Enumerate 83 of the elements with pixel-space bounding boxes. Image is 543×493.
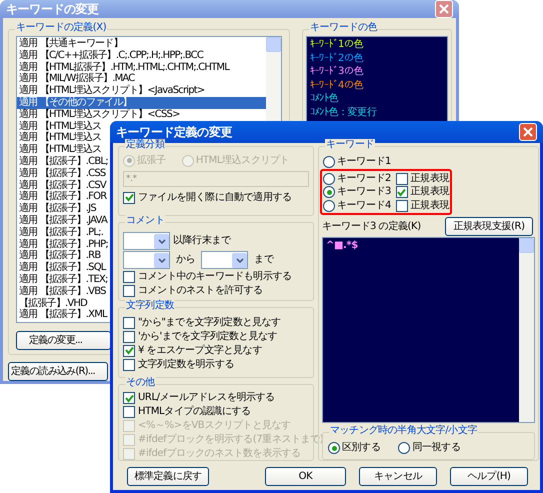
color-sample: ｷｰﾜｰﾄﾞ3の色 — [310, 65, 364, 78]
button[interactable]: 正規表現支援(R) — [445, 217, 533, 236]
radio-button[interactable] — [323, 156, 335, 168]
color-sample: ｷｰﾜｰﾄﾞ2の色 — [310, 52, 364, 65]
checkbox-label: 'から'までを文字列定数と見なす — [138, 330, 278, 342]
checkbox[interactable] — [123, 284, 135, 296]
close-icon — [439, 4, 449, 14]
radio-button[interactable] — [328, 442, 340, 454]
color-sample: ｷｰﾜｰﾄﾞ4の色 — [310, 78, 364, 92]
checkbox[interactable] — [123, 192, 135, 204]
checkbox-label: 正規表現 — [410, 186, 449, 198]
checkbox-label: コメントのネストを許可する — [138, 284, 263, 296]
checkbox[interactable] — [123, 358, 135, 370]
color-sample: ｺﾒﾝﾄ色：変更行 — [310, 106, 378, 119]
radio-button[interactable] — [323, 186, 335, 198]
list-item[interactable]: 適用 【その他のファイル】 — [17, 96, 266, 109]
list-item[interactable]: 適用 【MIL/W拡張子】.MAC — [17, 73, 266, 86]
radio-label: キーワード4 — [337, 200, 391, 212]
color-sample: ｷｰﾜｰﾄﾞ1の色 — [310, 38, 364, 52]
checkbox[interactable] — [123, 406, 135, 418]
radio-label: HTML埋込スクリプト — [196, 154, 290, 166]
group-label: コメント — [125, 215, 166, 227]
button[interactable]: 定義の変更... — [16, 331, 111, 350]
checkbox[interactable] — [123, 344, 135, 356]
list-item[interactable]: 適用 【共通キーワード】 — [17, 38, 266, 50]
radio-button[interactable] — [398, 442, 410, 454]
radio-label: キーワード3 — [337, 186, 391, 198]
checkbox[interactable] — [123, 392, 135, 404]
checkbox[interactable] — [396, 200, 408, 212]
button[interactable]: OK — [265, 467, 346, 486]
radio-button[interactable] — [323, 172, 335, 184]
checkbox-label: HTMLタイプの認識にする — [138, 406, 251, 418]
group-label: その他 — [125, 377, 156, 389]
list-item[interactable]: 適用 【C/C++拡張子】.C;.CPP;.H;.HPP;.BCC — [17, 50, 266, 62]
close-button[interactable] — [435, 0, 453, 18]
checkbox-label: #ifdefブロックのネスト数を表示する — [138, 448, 301, 460]
button[interactable]: ヘルプ(H) — [450, 467, 528, 486]
checkbox-label: <%～%>をVBスクリプトと見なす — [138, 420, 291, 432]
checkbox[interactable] — [123, 330, 135, 342]
close-button[interactable] — [519, 123, 537, 141]
dialog-title: キーワード定義の変更 — [116, 126, 232, 138]
checkbox-label: "から"までを文字列定数と見なす — [138, 316, 281, 328]
checkbox-label: ¥ をエスケープ文字と見なす — [138, 344, 262, 356]
group-label: キーワードの色 — [309, 22, 378, 34]
window-title: キーワードの変更 — [6, 3, 99, 15]
group-label: キーワード — [325, 139, 376, 151]
color-sample: ｺﾒﾝﾄ色 — [310, 92, 340, 106]
checkbox-label: 正規表現 — [410, 172, 449, 184]
field-label: 以降行末まで — [173, 235, 231, 247]
close-icon — [523, 127, 533, 137]
radio-label: 区別する — [342, 442, 380, 454]
field-label: まで — [254, 254, 274, 266]
radio-label: 同一視する — [412, 442, 460, 454]
checkbox[interactable] — [123, 270, 135, 282]
text-editor[interactable]: ^■.*$ — [322, 237, 535, 423]
button[interactable]: キャンセル — [359, 467, 437, 486]
checkbox[interactable] — [396, 186, 408, 198]
checkbox[interactable] — [396, 172, 408, 184]
field-label: から — [176, 254, 196, 266]
dropdown[interactable] — [201, 251, 248, 269]
checkbox[interactable] — [123, 316, 135, 328]
editor-text: ^■.*$ — [325, 239, 359, 253]
list-item[interactable]: 適用 【HTML拡張子】.HTM;.HTML;.CHTM;.CHTML — [17, 62, 266, 74]
button[interactable]: 標準定義に戻す — [127, 467, 209, 486]
group-label: 定義分類 — [125, 139, 166, 151]
dropdown[interactable] — [123, 232, 170, 250]
field-label: キーワード3 の定義(K) — [322, 220, 421, 232]
list-item[interactable]: 適用 【HTML埋込スクリプト】<JavaScript> — [17, 85, 266, 97]
radio-label: キーワード2 — [337, 172, 391, 184]
group-label: マッチング時の半角大文字/小文字 — [329, 424, 478, 437]
radio-label: キーワード1 — [337, 156, 391, 168]
scrollbar[interactable] — [519, 238, 534, 422]
checkbox-label: 文字列定数を明示する — [138, 358, 234, 370]
checkbox-label: URL/メールアドレスを明示する — [138, 392, 275, 404]
radio-button[interactable] — [323, 200, 335, 212]
radio-label: 拡張子 — [137, 154, 166, 166]
checkbox-label: 正規表現 — [410, 200, 449, 212]
group-label: 文字列定数 — [125, 300, 176, 312]
group-label: キーワードの定義(X) — [15, 22, 108, 34]
checkbox-label: コメント中のキーワードも明示する — [138, 270, 292, 282]
list-item[interactable]: 適用 【HTML埋込スクリプト】<CSS> — [17, 108, 266, 121]
checkbox-label: ファイルを開く際に自動で適用する — [138, 192, 292, 204]
button[interactable]: 定義の読み込み(R)... — [8, 362, 108, 381]
